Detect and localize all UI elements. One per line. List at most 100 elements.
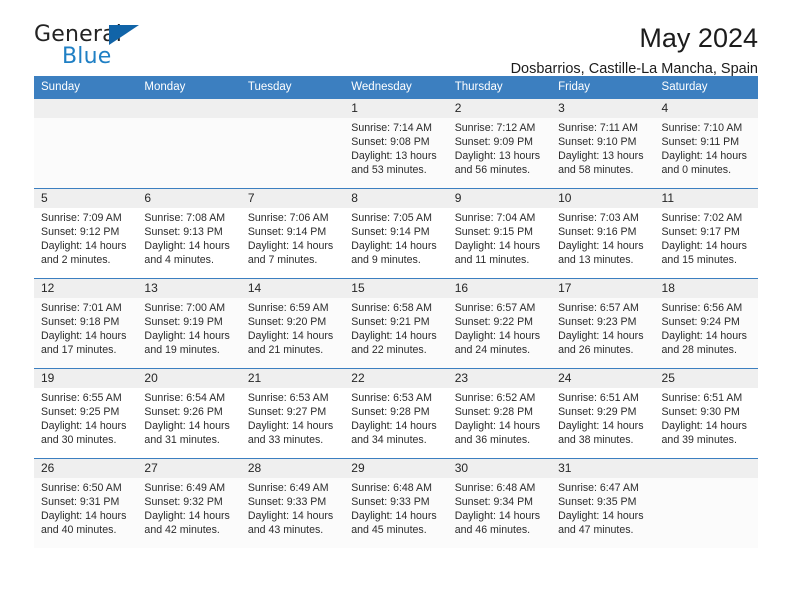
daylight-text-line2: and 24 minutes. xyxy=(454,344,531,357)
calendar-day-cell[interactable]: 3 Sunrise: 7:11 AM Sunset: 9:10 PM Daylight… xyxy=(551,98,655,189)
day-number: 8 xyxy=(344,189,448,208)
calendar-day-cell[interactable]: 5 Sunrise: 7:09 AM Sunset: 9:12 PM Daylight… xyxy=(34,188,138,279)
day-cell-inner: 20 Sunrise: 6:54 AM Sunset: 9:26 PM Dayligh… xyxy=(137,369,241,458)
day-cell-inner: 29 Sunrise: 6:48 AM Sunset: 9:33 PM Dayligh… xyxy=(344,459,448,548)
day-number: 6 xyxy=(137,189,241,208)
sunrise-text: Sunrise: 6:54 AM xyxy=(144,392,226,404)
day-cell-inner: 4 Sunrise: 7:10 AM Sunset: 9:11 PM Daylight… xyxy=(654,99,758,188)
sunrise-text: Sunrise: 7:08 AM xyxy=(144,212,226,224)
calendar-day-cell[interactable]: 14 Sunrise: 6:59 AM Sunset: 9:20 PM Dayligh… xyxy=(240,278,345,369)
sunset-text: Sunset: 9:33 PM xyxy=(247,496,327,509)
day-number: 17 xyxy=(551,279,655,298)
sunset-text: Sunset: 9:30 PM xyxy=(661,406,740,419)
day-cell-inner: 13 Sunrise: 7:00 AM Sunset: 9:19 PM Dayligh… xyxy=(137,279,241,368)
sunrise-text: Sunrise: 6:50 AM xyxy=(41,482,122,494)
daylight-text-line2: and 13 minutes. xyxy=(558,254,634,267)
sunrise-sunset-calendar: Sunday Monday Tuesday Wednesday Thursday… xyxy=(34,76,758,548)
calendar-day-cell[interactable]: 22 Sunrise: 6:53 AM Sunset: 9:28 PM Dayligh… xyxy=(344,368,448,459)
calendar-day-cell[interactable]: 8 Sunrise: 7:05 AM Sunset: 9:14 PM Daylight… xyxy=(344,188,448,279)
calendar-day-cell[interactable]: 4 Sunrise: 7:10 AM Sunset: 9:11 PM Daylight… xyxy=(654,98,758,189)
calendar-day-cell[interactable]: 1 Sunrise: 7:14 AM Sunset: 9:08 PM Daylight… xyxy=(344,98,448,189)
daylight-text-line2: and 36 minutes. xyxy=(454,434,531,447)
daylight-text-line1: Daylight: 14 hours xyxy=(558,240,644,253)
day-cell-inner xyxy=(137,99,241,188)
day-cell-inner: 31 Sunrise: 6:47 AM Sunset: 9:35 PM Dayligh… xyxy=(551,459,655,548)
daylight-text-line1: Daylight: 13 hours xyxy=(454,150,541,163)
calendar-day-cell[interactable]: 2 Sunrise: 7:12 AM Sunset: 9:09 PM Daylight… xyxy=(447,98,552,189)
daylight-text-line2: and 2 minutes. xyxy=(41,254,111,267)
day-cell-inner: 10 Sunrise: 7:03 AM Sunset: 9:16 PM Dayligh… xyxy=(551,189,655,278)
daylight-text-line2: and 31 minutes. xyxy=(144,434,220,447)
day-number: 28 xyxy=(240,459,345,478)
weekday-header-sunday: Sunday xyxy=(34,76,138,99)
calendar-day-cell[interactable]: 11 Sunrise: 7:02 AM Sunset: 9:17 PM Dayligh… xyxy=(654,188,758,279)
sunset-text: Sunset: 9:11 PM xyxy=(661,136,740,149)
daylight-text-line2: and 47 minutes. xyxy=(558,524,634,537)
calendar-day-cell[interactable]: 23 Sunrise: 6:52 AM Sunset: 9:28 PM Dayligh… xyxy=(447,368,552,459)
day-number: 20 xyxy=(137,369,241,388)
sunset-text: Sunset: 9:19 PM xyxy=(144,316,223,329)
calendar-day-cell[interactable]: 30 Sunrise: 6:48 AM Sunset: 9:34 PM Dayligh… xyxy=(447,458,552,548)
calendar-day-cell[interactable]: 9 Sunrise: 7:04 AM Sunset: 9:15 PM Daylight… xyxy=(447,188,552,279)
day-cell-inner xyxy=(654,459,758,548)
daylight-text-line2: and 0 minutes. xyxy=(661,164,732,177)
day-cell-inner: 26 Sunrise: 6:50 AM Sunset: 9:31 PM Dayligh… xyxy=(34,459,138,548)
sunrise-text: Sunrise: 7:09 AM xyxy=(41,212,122,224)
sunset-text: Sunset: 9:10 PM xyxy=(558,136,637,149)
daylight-text-line2: and 30 minutes. xyxy=(41,434,117,447)
day-details: Sunrise: 6:47 AM Sunset: 9:35 PM Daylight:… xyxy=(551,478,654,537)
daylight-text-line1: Daylight: 14 hours xyxy=(351,240,437,253)
calendar-day-cell[interactable]: 16 Sunrise: 6:57 AM Sunset: 9:22 PM Dayligh… xyxy=(447,278,552,369)
calendar-day-cell[interactable]: 17 Sunrise: 6:57 AM Sunset: 9:23 PM Dayligh… xyxy=(551,278,655,369)
sunrise-text: Sunrise: 6:53 AM xyxy=(247,392,329,404)
sunrise-text: Sunrise: 7:04 AM xyxy=(454,212,536,224)
calendar-day-cell[interactable]: 7 Sunrise: 7:06 AM Sunset: 9:14 PM Daylight… xyxy=(240,188,345,279)
calendar-day-cell[interactable]: 10 Sunrise: 7:03 AM Sunset: 9:16 PM Dayligh… xyxy=(551,188,655,279)
page-title: May 2024 xyxy=(639,23,758,53)
day-cell-inner xyxy=(240,99,345,188)
daylight-text-line2: and 40 minutes. xyxy=(41,524,117,537)
calendar-day-cell[interactable]: 27 Sunrise: 6:49 AM Sunset: 9:32 PM Dayligh… xyxy=(137,458,241,548)
day-number xyxy=(34,99,138,118)
daylight-text-line1: Daylight: 14 hours xyxy=(558,510,644,523)
calendar-day-cell[interactable]: 15 Sunrise: 6:58 AM Sunset: 9:21 PM Dayligh… xyxy=(344,278,448,369)
calendar-day-cell[interactable]: 6 Sunrise: 7:08 AM Sunset: 9:13 PM Daylight… xyxy=(137,188,241,279)
weekday-header-thursday: Thursday xyxy=(447,76,552,99)
day-details: Sunrise: 6:53 AM Sunset: 9:27 PM Daylight:… xyxy=(241,388,344,447)
daylight-text-line1: Daylight: 14 hours xyxy=(661,240,747,253)
day-cell-inner: 23 Sunrise: 6:52 AM Sunset: 9:28 PM Dayligh… xyxy=(447,369,552,458)
day-number: 15 xyxy=(344,279,448,298)
daylight-text-line2: and 39 minutes. xyxy=(661,434,737,447)
sunrise-text: Sunrise: 7:12 AM xyxy=(454,122,536,134)
calendar-day-cell[interactable]: 28 Sunrise: 6:49 AM Sunset: 9:33 PM Dayligh… xyxy=(240,458,345,548)
calendar-day-cell[interactable]: 25 Sunrise: 6:51 AM Sunset: 9:30 PM Dayligh… xyxy=(654,368,758,459)
calendar-day-cell[interactable]: 26 Sunrise: 6:50 AM Sunset: 9:31 PM Dayligh… xyxy=(34,458,138,548)
day-details: Sunrise: 7:00 AM Sunset: 9:19 PM Daylight:… xyxy=(137,298,240,357)
day-number: 22 xyxy=(344,369,448,388)
day-details: Sunrise: 7:05 AM Sunset: 9:14 PM Daylight:… xyxy=(344,208,447,267)
day-details: Sunrise: 6:51 AM Sunset: 9:29 PM Daylight:… xyxy=(551,388,654,447)
sunset-text: Sunset: 9:12 PM xyxy=(41,226,120,239)
day-cell-inner: 9 Sunrise: 7:04 AM Sunset: 9:15 PM Daylight… xyxy=(447,189,552,278)
sunset-text: Sunset: 9:23 PM xyxy=(558,316,637,329)
calendar-day-cell[interactable]: 21 Sunrise: 6:53 AM Sunset: 9:27 PM Dayligh… xyxy=(240,368,345,459)
calendar-day-cell[interactable]: 31 Sunrise: 6:47 AM Sunset: 9:35 PM Dayligh… xyxy=(551,458,655,548)
sunset-text: Sunset: 9:34 PM xyxy=(454,496,534,509)
calendar-day-cell[interactable]: 18 Sunrise: 6:56 AM Sunset: 9:24 PM Dayligh… xyxy=(654,278,758,369)
day-number: 29 xyxy=(344,459,448,478)
calendar-day-cell[interactable]: 12 Sunrise: 7:01 AM Sunset: 9:18 PM Dayligh… xyxy=(34,278,138,369)
sunrise-text: Sunrise: 7:02 AM xyxy=(661,212,743,224)
calendar-day-cell[interactable]: 29 Sunrise: 6:48 AM Sunset: 9:33 PM Dayligh… xyxy=(344,458,448,548)
daylight-text-line1: Daylight: 13 hours xyxy=(558,150,644,163)
daylight-text-line2: and 17 minutes. xyxy=(41,344,117,357)
calendar-day-cell[interactable]: 19 Sunrise: 6:55 AM Sunset: 9:25 PM Dayligh… xyxy=(34,368,138,459)
daylight-text-line2: and 22 minutes. xyxy=(351,344,427,357)
calendar-day-cell[interactable]: 13 Sunrise: 7:00 AM Sunset: 9:19 PM Dayligh… xyxy=(137,278,241,369)
calendar-day-cell[interactable]: 20 Sunrise: 6:54 AM Sunset: 9:26 PM Dayligh… xyxy=(137,368,241,459)
calendar-day-cell[interactable]: 24 Sunrise: 6:51 AM Sunset: 9:29 PM Dayligh… xyxy=(551,368,655,459)
generalblue-logo[interactable]: General Blue xyxy=(34,22,154,70)
daylight-text-line1: Daylight: 14 hours xyxy=(144,330,230,343)
sunset-text: Sunset: 9:28 PM xyxy=(351,406,430,419)
day-details: Sunrise: 6:56 AM Sunset: 9:24 PM Daylight:… xyxy=(655,298,758,357)
day-details: Sunrise: 6:48 AM Sunset: 9:33 PM Daylight:… xyxy=(344,478,447,537)
